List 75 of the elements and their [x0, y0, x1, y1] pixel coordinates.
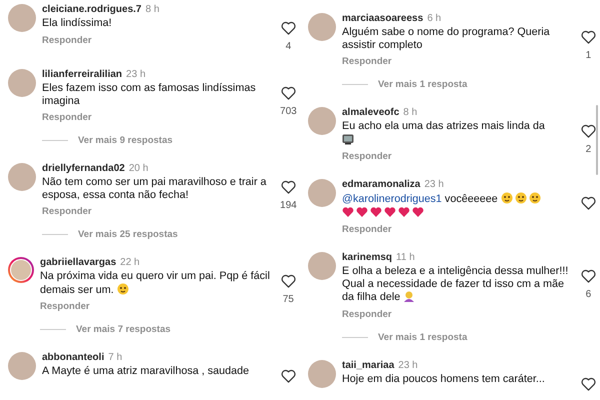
- username[interactable]: abbonanteoli: [42, 352, 104, 363]
- username[interactable]: cleiciane.rodrigues.7: [42, 4, 142, 15]
- heart-emoji-icon: [342, 206, 354, 218]
- comment-time: 11 h: [396, 252, 415, 263]
- story-ring-avatar[interactable]: [8, 257, 34, 283]
- username[interactable]: karinemsq: [342, 252, 392, 263]
- reply-link[interactable]: Responder: [342, 308, 571, 320]
- like-heart-icon[interactable]: [280, 369, 296, 383]
- comment-text: Na próxima vida eu quero vir um pai. Pqp é fácil demais ser um.: [40, 270, 271, 296]
- tv-icon: [342, 132, 354, 144]
- comment-time: 23 h: [398, 360, 418, 370]
- emoji-face-icon: [528, 192, 541, 204]
- reply-link[interactable]: Responder: [342, 151, 571, 162]
- like-count: 2: [586, 144, 592, 155]
- like-count: 703: [280, 106, 297, 117]
- reply-link[interactable]: Responder: [342, 56, 571, 67]
- emoji-face-icon: [514, 192, 527, 204]
- like-heart-icon[interactable]: [580, 376, 596, 390]
- scrollbar[interactable]: [596, 105, 598, 175]
- username[interactable]: taii_mariaa: [342, 360, 394, 370]
- heart-emoji-icon: [370, 206, 382, 218]
- comment-time: 8 h: [403, 107, 418, 118]
- comment-text: E olha a beleza e a inteligência dessa mulher!!! Qual a necessidade de fazer td isso cm a mãe da filha dele: [342, 265, 570, 304]
- emoji-face-icon: [116, 282, 129, 294]
- like-heart-icon[interactable]: [580, 30, 596, 44]
- like-heart-icon[interactable]: [580, 124, 596, 138]
- view-replies-link[interactable]: Ver mais 1 resposta: [378, 332, 468, 342]
- comment-time: 6 h: [427, 13, 442, 24]
- like-count: 75: [282, 294, 294, 305]
- like-count: 1: [586, 50, 592, 61]
- comment-time: 20 h: [128, 163, 148, 174]
- username[interactable]: driellyfernanda02: [42, 163, 125, 174]
- username[interactable]: marciaasoareess: [342, 13, 424, 24]
- heart-emoji-icon: [412, 206, 424, 218]
- comment-text: Alguém sabe o nome do programa? Queria assistir completo: [342, 26, 551, 51]
- like-count: 194: [280, 200, 297, 211]
- comment-time: 23 h: [126, 69, 146, 80]
- view-replies-link[interactable]: Ver mais 25 respostas: [78, 229, 178, 240]
- like-heart-icon[interactable]: [580, 196, 596, 210]
- like-count: 4: [286, 41, 292, 52]
- comment-text: Eles fazem isso com as famosas lindíssimas imagina: [42, 82, 257, 107]
- emoji-face-icon: [500, 192, 513, 204]
- reply-link[interactable]: Responder: [42, 206, 271, 217]
- reply-link[interactable]: Responder: [342, 224, 571, 235]
- comment-time: 22 h: [120, 257, 140, 268]
- comment-text: A Mayte é uma atriz maravilhosa , saudade: [42, 365, 250, 378]
- reply-link[interactable]: Responder: [40, 301, 271, 312]
- heart-emoji-icon: [398, 206, 410, 218]
- comment-text: @karolinerodrigues1 vocêeeeee: [342, 192, 571, 219]
- comment-time: 8 h: [146, 4, 160, 15]
- comment-text: Não tem como ser um pai maravilhoso e trair a esposa, essa conta não fecha!: [42, 176, 268, 201]
- username[interactable]: edmaramonaliza: [342, 179, 420, 190]
- reply-link[interactable]: Responder: [42, 112, 271, 123]
- like-count: 6: [586, 289, 592, 300]
- view-replies-link[interactable]: Ver mais 9 respostas: [78, 135, 173, 146]
- username[interactable]: lilianferreiralilian: [42, 69, 122, 80]
- heart-emoji-icon: [356, 206, 368, 218]
- comment-text: Eu acho ela uma das atrizes mais linda da: [342, 120, 571, 146]
- view-replies-link[interactable]: Ver mais 7 respostas: [76, 324, 171, 335]
- like-heart-icon[interactable]: [280, 180, 296, 194]
- comment-text: Hoje em dia poucos homens tem caráter...: [342, 372, 546, 385]
- like-heart-icon[interactable]: [280, 86, 296, 100]
- comment-time: 7 h: [108, 352, 122, 363]
- comment-time: 23 h: [424, 179, 444, 190]
- username[interactable]: almaleveofc: [342, 107, 400, 118]
- view-replies-link[interactable]: Ver mais 1 resposta: [378, 79, 468, 90]
- like-heart-icon[interactable]: [580, 269, 596, 283]
- person-emoji-icon: [403, 290, 416, 302]
- heart-emoji-icon: [384, 206, 396, 218]
- like-heart-icon[interactable]: [280, 21, 296, 35]
- mention-link[interactable]: @karolinerodrigues1: [342, 193, 442, 205]
- reply-link[interactable]: Responder: [42, 34, 271, 46]
- comment-text: Ela lindíssima!: [42, 17, 113, 30]
- like-heart-icon[interactable]: [280, 274, 296, 288]
- username[interactable]: gabriiellavargas: [40, 257, 116, 268]
